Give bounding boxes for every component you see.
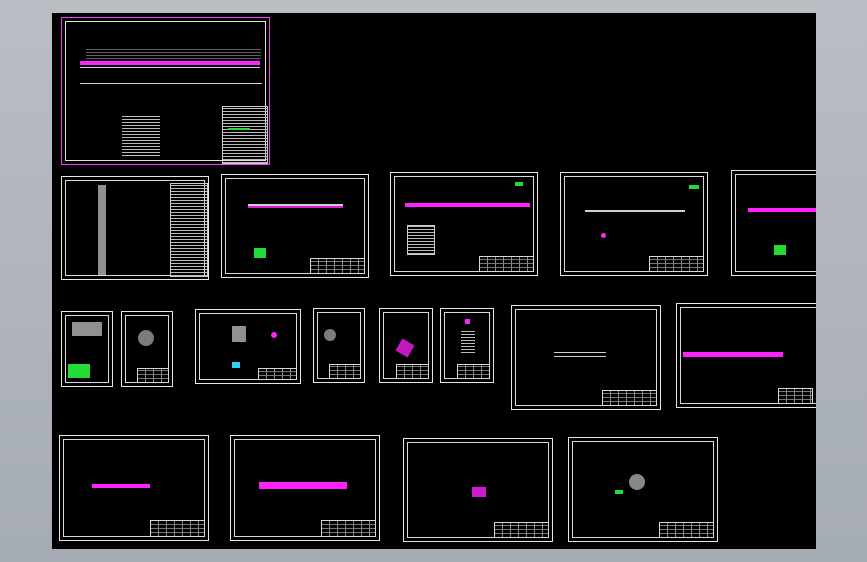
drawing-sheet-assembly[interactable] [61,17,270,165]
drawing-sheet-part-12[interactable] [511,305,661,410]
part-profile [472,487,486,497]
title-block [310,257,365,274]
title-block [493,521,549,538]
part-view [138,330,154,346]
title-block [456,363,490,379]
title-block [395,363,429,379]
technical-notes [122,116,160,156]
title-block [601,389,657,406]
vertical-shaft [98,185,106,275]
title-block [658,521,714,538]
title-block [149,520,205,537]
drawing-sheet-part-2[interactable] [221,174,369,278]
part-outline-2 [554,356,606,357]
title-block [329,363,361,379]
drawing-sheet-part-5[interactable] [731,170,816,276]
dimension-line [80,83,262,84]
annotation [774,245,786,255]
drawing-sheet-part-16[interactable] [403,438,553,542]
part-profile [748,208,816,212]
drawing-sheet-parts-list[interactable] [61,176,209,280]
annotation [515,182,523,186]
title-block [257,367,297,380]
title-block [649,255,704,272]
drawing-sheet-part-3[interactable] [390,172,538,276]
drawing-sheet-part-14[interactable] [59,435,209,541]
part-outline [554,352,606,353]
title-block [137,367,169,383]
annotation [615,490,623,494]
section-detail [407,225,435,255]
part-profile [405,203,530,207]
bom-table [222,106,268,164]
part-view [72,322,102,336]
part-profile [683,352,783,357]
annotation [232,362,240,368]
part-profile [92,484,150,488]
bom-highlight [228,128,250,130]
part-profile [248,206,343,208]
parts-list-table [170,183,208,277]
drawing-sheet-part-7[interactable] [121,311,173,387]
part-profile [601,233,606,238]
shaft-outline [80,67,260,68]
drawing-canvas[interactable] [52,13,816,549]
part-outline [585,210,685,212]
leader-callouts [86,49,261,59]
annotation [254,248,266,258]
notes [461,331,475,353]
part-view [232,326,246,342]
drawing-sheet-part-4[interactable] [560,172,708,276]
drawing-sheet-part-6[interactable] [61,311,113,387]
drawing-sheet-part-8[interactable] [195,309,301,384]
drawing-sheet-part-10[interactable] [379,308,433,383]
part-view [324,329,336,341]
part-profile [259,482,347,489]
annotation [68,364,90,378]
drawing-sheet-part-13[interactable] [676,303,816,408]
title-block [479,255,534,272]
title-block [320,520,376,537]
drawing-sheet-part-17[interactable] [568,437,718,542]
sheet-border [735,174,816,272]
part-profile [465,319,470,324]
drawing-sheet-part-15[interactable] [230,435,380,541]
part-profile [271,332,277,338]
shaft-part [80,61,260,65]
title-block [777,387,813,404]
annotation [689,185,699,189]
part-view [629,474,645,490]
drawing-sheet-part-9[interactable] [313,308,365,383]
drawing-sheet-part-11[interactable] [440,308,494,383]
